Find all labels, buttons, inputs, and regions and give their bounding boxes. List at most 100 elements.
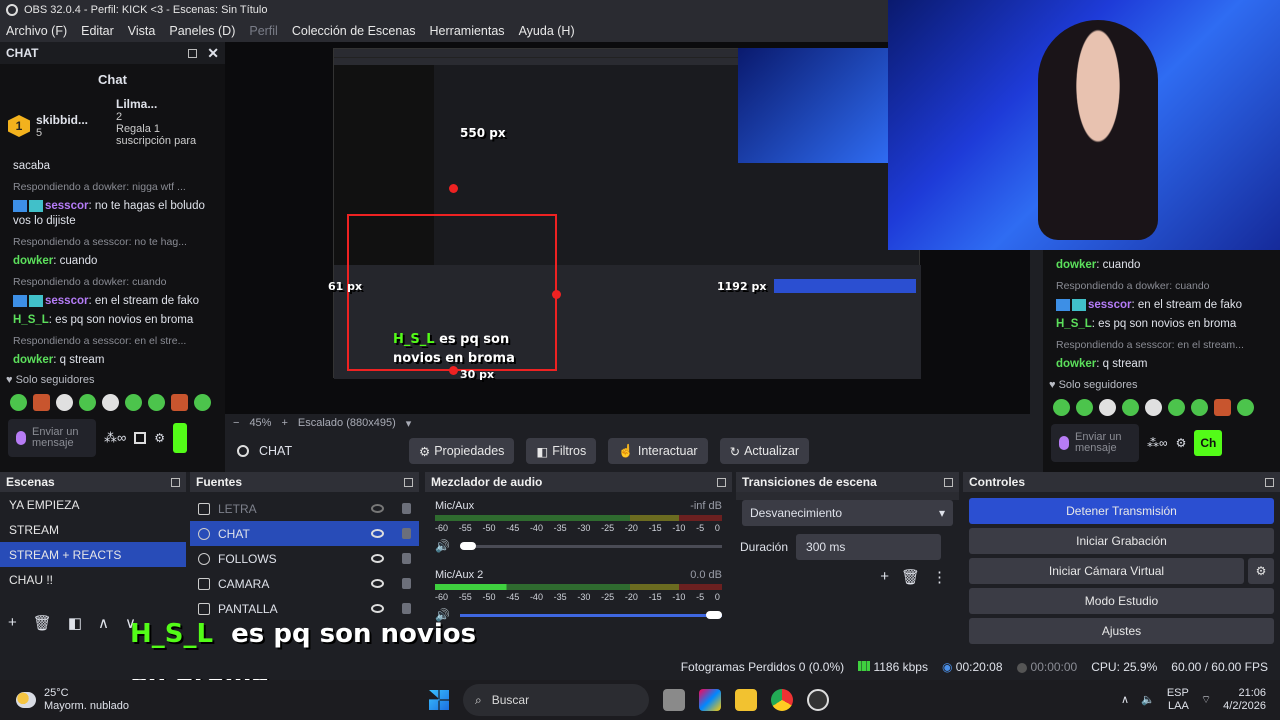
properties-button[interactable]: ⚙ Propiedades [409, 438, 515, 464]
undock-icon[interactable] [188, 48, 198, 58]
scale-dropdown-icon[interactable]: ▾ [406, 417, 412, 430]
undock-icon[interactable] [1265, 477, 1274, 487]
menu-paneles[interactable]: Paneles (D) [169, 24, 235, 38]
eye-icon[interactable] [371, 579, 384, 588]
chat-username[interactable]: sesscor [45, 200, 88, 212]
zoom-out-icon[interactable]: − [233, 417, 239, 429]
chat-username[interactable]: sesscor [1088, 299, 1131, 311]
interact-button[interactable]: ☝ Interactuar [608, 438, 708, 464]
chat-username[interactable]: dowker [13, 255, 53, 267]
obs-taskbar-icon[interactable] [807, 689, 829, 711]
menu-herramientas[interactable]: Herramientas [430, 24, 505, 38]
filters-button[interactable]: ◧ Filtros [526, 438, 597, 464]
file-explorer-icon[interactable] [735, 689, 757, 711]
hidden-eye-icon[interactable] [371, 504, 384, 513]
trash-icon[interactable]: 🗑 [901, 568, 920, 586]
add-icon[interactable]: + [8, 614, 17, 632]
emote[interactable] [194, 394, 211, 411]
emote[interactable] [1053, 399, 1070, 416]
emote[interactable] [1122, 399, 1139, 416]
chat-username[interactable]: H_S_L [13, 314, 49, 326]
emote[interactable] [1168, 399, 1185, 416]
emoji-icon[interactable]: ⁂∞ [104, 430, 126, 446]
undock-icon[interactable] [171, 477, 180, 487]
chat-send-button[interactable]: Ch [1194, 430, 1223, 456]
emote[interactable] [102, 394, 119, 411]
undock-icon[interactable] [944, 477, 953, 487]
scene-item[interactable]: STREAM [0, 517, 186, 542]
emote[interactable] [171, 394, 188, 411]
emote[interactable] [1099, 399, 1116, 416]
add-icon[interactable]: + [880, 568, 889, 586]
emote[interactable] [1076, 399, 1093, 416]
gifter-2-name[interactable]: Lilma... [116, 97, 206, 111]
menu-perfil[interactable]: Perfil [249, 24, 277, 38]
emote[interactable] [79, 394, 96, 411]
settings-icon[interactable]: ⚙ [154, 431, 165, 445]
speaker-icon[interactable]: 🔈 [1141, 694, 1155, 707]
zoom-in-icon[interactable]: + [281, 417, 287, 429]
close-icon[interactable]: ✕ [207, 45, 219, 62]
settings-icon[interactable]: ⚙ [1176, 436, 1187, 450]
language-indicator[interactable]: ESP LAA [1167, 687, 1189, 713]
source-item[interactable]: FOLLOWS [190, 546, 419, 571]
chat-username[interactable]: dowker [13, 354, 53, 366]
emote[interactable] [1237, 399, 1254, 416]
scene-item[interactable]: YA EMPIEZA [0, 492, 186, 517]
menu-editar[interactable]: Editar [81, 24, 114, 38]
emote[interactable] [1214, 399, 1231, 416]
chat-input[interactable]: Enviar un mensaje [8, 419, 96, 457]
scene-item-selected[interactable]: STREAM + REACTS [0, 542, 186, 567]
source-item[interactable]: CAMARA [190, 571, 419, 596]
scene-item[interactable]: CHAU !! [0, 567, 186, 592]
refresh-button[interactable]: ↻ Actualizar [719, 438, 809, 464]
slider-knob[interactable] [459, 541, 476, 550]
emote[interactable] [125, 394, 142, 411]
gifter-1-name[interactable]: skibbid... [36, 113, 88, 127]
emote[interactable] [1191, 399, 1208, 416]
more-icon[interactable]: ⋮ [932, 568, 947, 586]
weather-widget[interactable]: 25°C Mayorm. nublado [0, 687, 129, 713]
task-view-icon[interactable] [663, 689, 685, 711]
lock-icon[interactable] [402, 503, 411, 514]
emote[interactable] [10, 394, 27, 411]
menu-archivo[interactable]: Archivo (F) [6, 24, 67, 38]
stop-stream-button[interactable]: Detener Transmisión [969, 498, 1274, 524]
vcam-settings-icon[interactable]: ⚙ [1248, 558, 1274, 584]
volume-slider[interactable] [459, 610, 722, 619]
wifi-icon[interactable]: ⌔ [1201, 694, 1211, 707]
lock-icon[interactable] [402, 553, 411, 564]
settings-button[interactable]: Ajustes [969, 618, 1274, 644]
copilot-icon[interactable] [699, 689, 721, 711]
menu-vista[interactable]: Vista [128, 24, 156, 38]
chat-input[interactable]: Enviar un mensaje [1051, 424, 1139, 462]
emote[interactable] [56, 394, 73, 411]
trash-icon[interactable]: 🗑 [33, 614, 52, 632]
scale-label[interactable]: Escalado (880x495) [298, 417, 396, 429]
eye-icon[interactable] [371, 554, 384, 563]
undock-icon[interactable] [717, 477, 726, 487]
studio-mode-button[interactable]: Modo Estudio [969, 588, 1274, 614]
lock-icon[interactable] [402, 578, 411, 589]
menu-ayuda[interactable]: Ayuda (H) [519, 24, 575, 38]
volume-slider[interactable] [459, 541, 722, 550]
chat-send-button[interactable] [173, 423, 188, 453]
emote[interactable] [33, 394, 50, 411]
store-icon[interactable] [134, 432, 147, 444]
start-recording-button[interactable]: Iniciar Grabación [969, 528, 1274, 554]
eye-icon[interactable] [371, 529, 384, 538]
transition-select[interactable]: Desvanecimiento ▾ [742, 500, 953, 526]
speaker-icon[interactable]: 🔊 [435, 539, 450, 553]
emote[interactable] [148, 394, 165, 411]
filter-icon[interactable]: ◧ [68, 614, 82, 632]
move-up-icon[interactable]: ∧ [98, 614, 109, 632]
mic-icon[interactable] [16, 431, 26, 445]
chat-username[interactable]: H_S_L [1056, 318, 1092, 330]
chat-username[interactable]: sesscor [45, 295, 88, 307]
emote[interactable] [1145, 399, 1162, 416]
emoji-icon[interactable]: ⁂∞ [1147, 436, 1168, 450]
undock-icon[interactable] [404, 477, 413, 487]
tray-chevron-icon[interactable]: ∧ [1121, 694, 1129, 707]
chat-username[interactable]: dowker [1056, 358, 1096, 370]
mic-icon[interactable] [1059, 436, 1069, 450]
